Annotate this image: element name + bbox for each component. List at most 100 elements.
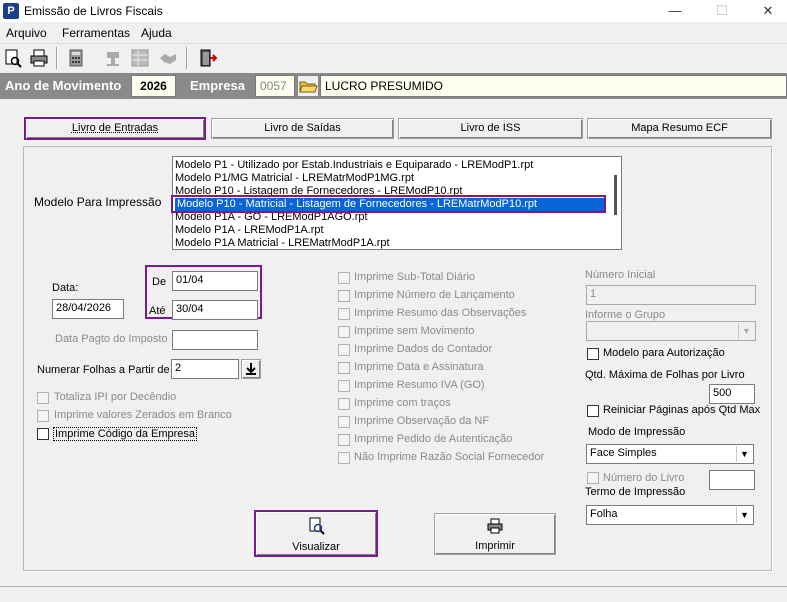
preview-icon: [256, 517, 376, 537]
valores-zerados-checkbox[interactable]: [37, 410, 49, 422]
window-title: Emissão de Livros Fiscais: [24, 4, 163, 18]
mid-check-label: Imprime Número de Lançamento: [354, 289, 515, 301]
menu-ajuda[interactable]: Ajuda: [141, 26, 172, 40]
mid-checkbox[interactable]: [338, 416, 350, 428]
mid-checkbox[interactable]: [338, 452, 350, 464]
modelo-label: Modelo Para Impressão: [34, 195, 162, 209]
numerar-label: Numerar Folhas a Partir de: [37, 364, 170, 376]
mid-check-label: Imprime Data e Assinatura: [354, 361, 484, 373]
printer-icon: [435, 518, 555, 536]
pagto-input[interactable]: [172, 330, 258, 350]
de-label: De: [152, 276, 167, 288]
mid-checkbox[interactable]: [338, 272, 350, 284]
numerar-input[interactable]: 2: [171, 359, 239, 379]
numero-livro-label: Número do Livro: [603, 472, 685, 484]
mid-check-label: Imprime Sub-Total Diário: [354, 271, 476, 283]
list-item[interactable]: Modelo P1A - LREModP1A.rpt: [175, 224, 324, 237]
tab-mapa-resumo-ecf[interactable]: Mapa Resumo ECF: [587, 118, 772, 139]
data-label: Data:: [52, 282, 79, 294]
mid-check-label: Imprime sem Movimento: [354, 325, 475, 337]
mid-checkbox[interactable]: [338, 398, 350, 410]
chevron-down-icon: ▼: [738, 323, 754, 339]
mid-checkbox[interactable]: [338, 308, 350, 320]
reiniciar-paginas-checkbox[interactable]: [587, 405, 599, 417]
termo-impressao-label: Termo de Impressão: [585, 486, 686, 498]
imprime-codigo-checkbox[interactable]: [37, 428, 49, 440]
totaliza-ipi-label: Totaliza IPI por Decêndio: [54, 391, 177, 403]
minimize-button[interactable]: —: [655, 0, 695, 22]
preview-icon[interactable]: [3, 48, 25, 68]
termo-impressao-select[interactable]: Folha ▼: [586, 505, 754, 525]
ate-input[interactable]: 30/04: [172, 300, 258, 320]
app-icon: P: [3, 3, 19, 19]
tab-livro-saidas[interactable]: Livro de Saídas: [211, 118, 394, 139]
numero-livro-input[interactable]: [709, 470, 755, 490]
mid-checkbox[interactable]: [338, 380, 350, 392]
download-arrow-icon[interactable]: [241, 359, 261, 379]
modo-impressao-select[interactable]: Face Simples ▼: [586, 444, 754, 464]
pagto-label: Data Pagto do Imposto: [55, 333, 168, 345]
reiniciar-paginas-label: Reiniciar Páginas após Qtd Max: [603, 404, 761, 416]
imprimir-button[interactable]: Imprimir: [434, 513, 556, 555]
mid-check-label: Imprime com traços: [354, 397, 451, 409]
mid-check-label: Imprime Resumo IVA (GO): [354, 379, 485, 391]
ano-input[interactable]: 2026: [131, 75, 176, 97]
empresa-label: Empresa: [190, 78, 245, 93]
mid-checkbox[interactable]: [338, 326, 350, 338]
numero-inicial-label: Número Inicial: [585, 269, 656, 281]
empresa-name-field: LUCRO PRESUMIDO: [320, 75, 787, 97]
totaliza-ipi-checkbox[interactable]: [37, 392, 49, 404]
toolbar-separator: [56, 47, 58, 69]
chevron-down-icon: ▼: [736, 446, 752, 462]
stamp-icon: [103, 48, 125, 68]
exit-door-icon[interactable]: [197, 48, 219, 68]
ano-label: Ano de Movimento: [5, 78, 122, 93]
menu-arquivo[interactable]: Arquivo: [6, 26, 47, 40]
list-item[interactable]: Modelo P1A Matricial - LREMatrModP1A.rpt: [175, 237, 390, 249]
empresa-code-input[interactable]: 0057: [255, 75, 295, 97]
numero-livro-checkbox[interactable]: [587, 472, 599, 484]
mid-check-label: Imprime Resumo das Observações: [354, 307, 527, 319]
close-button[interactable]: ✕: [748, 0, 787, 22]
printer-icon[interactable]: [29, 48, 51, 68]
mid-check-label: Imprime Pedido de Autenticação: [354, 433, 513, 445]
handshake-icon: [158, 48, 180, 68]
grupo-label: Informe o Grupo: [585, 309, 666, 321]
list-item[interactable]: Modelo P1 - Utilizado por Estab.Industri…: [175, 159, 533, 172]
modelo-autorizacao-checkbox[interactable]: [587, 348, 599, 360]
list-scrollbar-thumb[interactable]: [614, 175, 617, 215]
qtd-maxima-input[interactable]: 500: [709, 384, 755, 404]
de-input[interactable]: 01/04: [172, 271, 258, 291]
mid-check-label: Imprime Dados do Contador: [354, 343, 493, 355]
imprime-codigo-label: Imprime Código da Empresa: [53, 427, 198, 441]
status-bar: [0, 586, 787, 602]
ate-label: Até: [149, 305, 166, 317]
valores-zerados-label: Imprime valores Zerados em Branco: [54, 409, 232, 421]
mid-checkbox[interactable]: [338, 434, 350, 446]
menu-ferramentas[interactable]: Ferramentas: [62, 26, 130, 40]
list-item[interactable]: Modelo P1/MG Matricial - LREMatrModP1MG.…: [175, 172, 414, 185]
spreadsheet-icon: [130, 48, 152, 68]
mid-checkbox[interactable]: [338, 344, 350, 356]
selection-highlight-box: [171, 195, 606, 213]
open-folder-icon[interactable]: [297, 75, 319, 97]
mid-check-label: Não Imprime Razão Social Fornecedor: [354, 451, 545, 463]
imprimir-label: Imprimir: [475, 540, 515, 552]
mid-checkbox[interactable]: [338, 290, 350, 302]
tab-livro-entradas[interactable]: Livro de Entradas: [24, 117, 206, 140]
toolbar-separator: [186, 47, 188, 69]
chevron-down-icon: ▼: [736, 507, 752, 523]
numero-inicial-input[interactable]: 1: [586, 285, 756, 305]
modelo-autorizacao-label: Modelo para Autorização: [603, 347, 725, 359]
grupo-select[interactable]: ▼: [586, 321, 756, 341]
mid-checkbox[interactable]: [338, 362, 350, 374]
tab-livro-iss[interactable]: Livro de ISS: [398, 118, 583, 139]
visualizar-label: Visualizar: [292, 541, 340, 553]
qtd-maxima-label: Qtd. Máxima de Folhas por Livro: [585, 369, 745, 381]
data-input[interactable]: 28/04/2026: [52, 299, 124, 319]
mid-check-label: Imprime Observação da NF: [354, 415, 490, 427]
calculator-icon[interactable]: [66, 48, 88, 68]
modo-impressao-label: Modo de Impressão: [588, 426, 686, 438]
visualizar-button[interactable]: Visualizar: [254, 510, 378, 557]
maximize-button[interactable]: ☐: [702, 0, 742, 22]
